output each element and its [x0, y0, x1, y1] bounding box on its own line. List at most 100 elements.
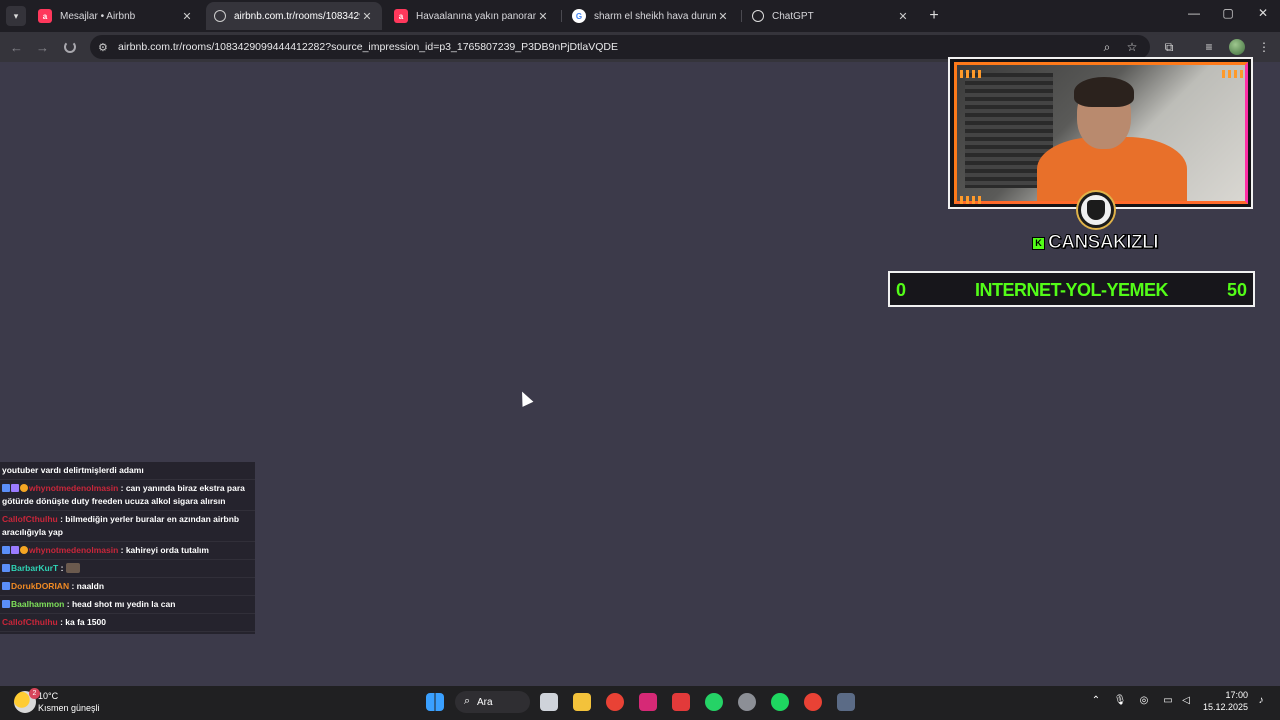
weather-desc: Kısmen güneşli: [38, 703, 100, 713]
minimize-button[interactable]: —: [1184, 6, 1204, 20]
chat-message: whynotmedenolmasin : kahireyi orda tutal…: [0, 542, 255, 560]
chat-text: : ka fa 1500: [60, 617, 106, 627]
partly-sunny-icon: 2: [14, 688, 40, 713]
close-icon[interactable]: ✕: [896, 10, 910, 23]
chat-username[interactable]: Baalhammon: [11, 599, 64, 609]
chat-text: youtuber vardı delirtmişlerdi adamı: [2, 465, 144, 475]
chevron-up-icon[interactable]: ⌃: [1088, 695, 1104, 706]
tab-title: sharm el sheikh hava durumu -: [594, 10, 716, 22]
extensions-icon[interactable]: ⧉: [1161, 40, 1177, 55]
display-icon[interactable]: ▭: [1160, 695, 1176, 706]
site-info-icon[interactable]: ⚙: [98, 41, 108, 54]
app-red-icon[interactable]: [672, 693, 690, 711]
frame-decoration: [1222, 70, 1244, 78]
tab-title: ChatGPT: [772, 10, 814, 22]
tab-separator: [561, 10, 562, 22]
chat-text: : kahireyi orda tutalım: [120, 545, 209, 555]
arrow-left-icon: ←: [10, 40, 23, 55]
tab-search-button[interactable]: ▾: [6, 6, 26, 26]
score-bar: 0 INTERNET-YOL-YEMEK 50: [888, 271, 1255, 307]
clock-date: 15.12.2025: [1202, 702, 1248, 712]
chatgpt-icon: [752, 10, 764, 22]
chat-username[interactable]: BarbarKurT: [11, 563, 58, 573]
chevron-down-icon: ▾: [13, 10, 19, 21]
notification-badge: 2: [29, 688, 40, 699]
arrow-right-icon: →: [36, 40, 49, 55]
back-button[interactable]: ←: [10, 40, 23, 55]
forward-button[interactable]: →: [36, 40, 49, 55]
search-icon: ⌕: [464, 695, 471, 707]
airbnb-icon: a: [394, 9, 408, 23]
maximize-button[interactable]: ▢: [1218, 6, 1238, 20]
chat-message: CallofCthulhu : ka fa 1500: [0, 614, 255, 632]
og-badge-icon: [20, 484, 28, 492]
chat-username[interactable]: whynotmedenolmasin: [29, 483, 118, 493]
close-icon[interactable]: ✕: [360, 10, 374, 23]
zoom-icon[interactable]: ⌕: [1099, 40, 1115, 55]
taskbar-search[interactable]: ⌕ Ara: [455, 691, 530, 713]
kick-logo-icon: K: [1032, 236, 1045, 250]
new-tab-button[interactable]: +: [926, 7, 942, 25]
windows-start-icon[interactable]: [426, 693, 444, 711]
tab-separator: [741, 10, 742, 22]
menu-kebab-icon[interactable]: ⋮: [1256, 40, 1272, 54]
clock[interactable]: 17:00 15.12.2025: [1198, 689, 1248, 713]
tab-title: Havaalanına yakın panoramik m: [416, 10, 536, 22]
weather-widget[interactable]: 2 10°C Kısmen güneşli: [14, 688, 100, 714]
chat-username[interactable]: CallofCthulhu: [2, 617, 58, 627]
google-icon: G: [572, 9, 586, 23]
score-title: INTERNET-YOL-YEMEK: [974, 280, 1169, 300]
chat-username[interactable]: CallofCthulhu: [2, 514, 58, 524]
close-icon[interactable]: ✕: [716, 10, 730, 23]
tab-title: airbnb.com.tr/rooms/10834290: [234, 10, 360, 22]
tab-airbnb-room[interactable]: airbnb.com.tr/rooms/10834290 ✕: [206, 2, 382, 30]
calculator-icon[interactable]: [837, 693, 855, 711]
tab-havaalani[interactable]: a Havaalanına yakın panoramik m ✕: [386, 2, 558, 30]
search-label: Ara: [477, 696, 493, 708]
streamer-name: CANSAKIZLI: [1047, 232, 1159, 254]
tab-google-weather[interactable]: G sharm el sheikh hava durumu - ✕: [564, 2, 738, 30]
chrome-icon[interactable]: [606, 693, 624, 711]
right-score: 50: [1226, 280, 1247, 300]
chat-username[interactable]: DorukDORIAN: [11, 581, 69, 591]
microphone-icon[interactable]: 🎙: [1112, 695, 1128, 706]
streamer-badge-icon: [1078, 192, 1114, 228]
window-close-button[interactable]: ✕: [1253, 6, 1273, 20]
chat-message: CallofCthulhu : bilmediğin yerler burala…: [0, 511, 255, 542]
task-view-icon[interactable]: [540, 693, 558, 711]
tab-chatgpt[interactable]: ChatGPT ✕: [744, 2, 918, 30]
whatsapp-icon[interactable]: [705, 693, 723, 711]
streamer-label: K CANSAKIZLI: [1032, 232, 1159, 254]
webcam-video: [954, 62, 1248, 204]
dev-app-icon[interactable]: [738, 693, 756, 711]
vip-badge-icon: [11, 546, 19, 554]
clock-time: 17:00: [1225, 690, 1248, 700]
notification-bell-icon[interactable]: ♪: [1253, 695, 1269, 706]
vpn-icon[interactable]: ◎: [1136, 695, 1152, 706]
tab-title: Mesajlar • Airbnb: [60, 10, 136, 22]
chat-message: Baalhammon : head shot mı yedin la can: [0, 596, 255, 614]
tab-strip: ▾ a Mesajlar • Airbnb ✕ airbnb.com.tr/ro…: [0, 0, 1280, 32]
close-icon[interactable]: ✕: [180, 10, 194, 23]
tab-airbnb-messages[interactable]: a Mesajlar • Airbnb ✕: [30, 2, 202, 30]
chat-message: DorukDORIAN : ho.o: [0, 632, 255, 634]
frame-decoration: [960, 196, 982, 204]
spotify-icon[interactable]: [771, 693, 789, 711]
emote-icon: [66, 563, 81, 573]
close-icon[interactable]: ✕: [536, 10, 550, 23]
vip-badge-icon: [11, 484, 19, 492]
sub-badge-icon: [2, 546, 10, 554]
loading-spinner-icon[interactable]: [64, 41, 76, 53]
profile-avatar[interactable]: [1229, 39, 1245, 55]
media-control-icon[interactable]: ≡: [1201, 40, 1217, 54]
instagram-icon[interactable]: [639, 693, 657, 711]
bookmark-star-icon[interactable]: ☆: [1124, 40, 1140, 54]
chat-message: youtuber vardı delirtmişlerdi adamı: [0, 462, 255, 480]
chrome-active-icon[interactable]: [804, 693, 822, 711]
chat-username[interactable]: whynotmedenolmasin: [29, 545, 118, 555]
sub-badge-icon: [2, 564, 10, 572]
file-explorer-icon[interactable]: [573, 693, 591, 711]
url-text[interactable]: airbnb.com.tr/rooms/1083429099444412282?…: [118, 41, 618, 53]
volume-icon[interactable]: ◁: [1178, 695, 1194, 706]
sub-badge-icon: [2, 582, 10, 590]
